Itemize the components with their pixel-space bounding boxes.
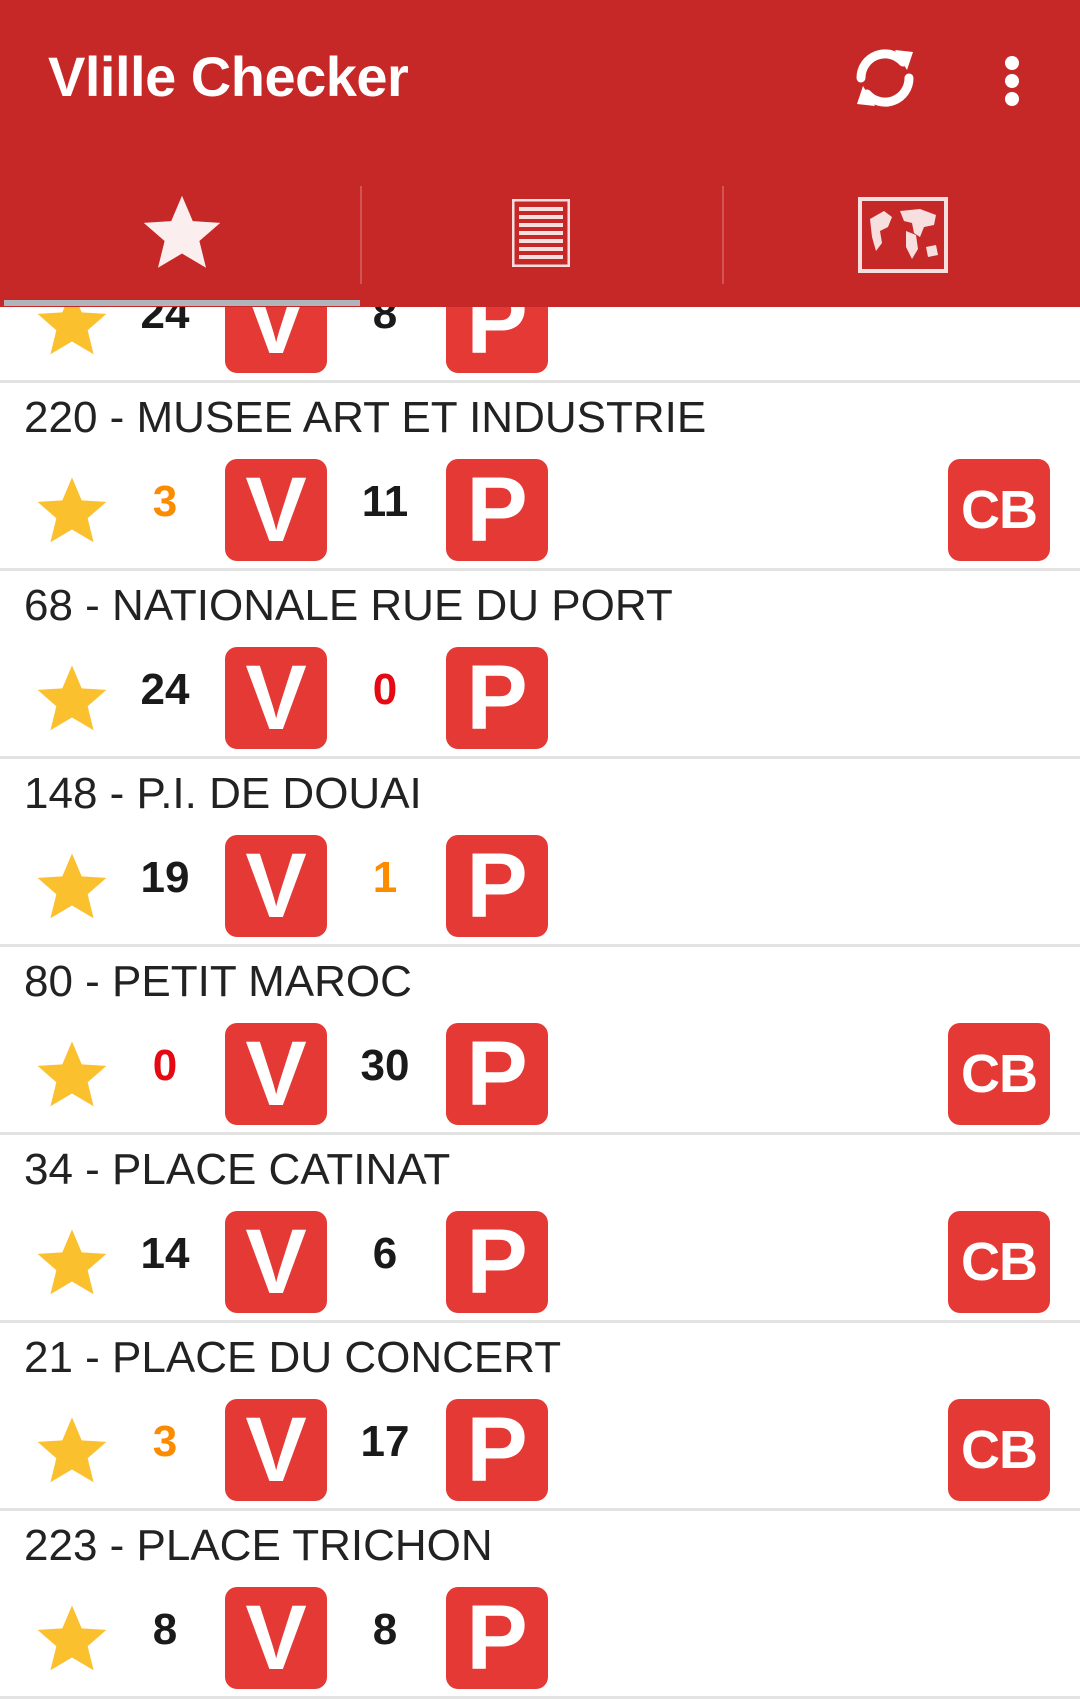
favorite-star-icon[interactable] bbox=[34, 1039, 110, 1111]
station-row[interactable]: 21 - PLACE DU CONCERT 3 V 17 P CB bbox=[0, 1323, 1080, 1511]
stands-count: 0 bbox=[372, 665, 398, 714]
bikes-count: 19 bbox=[140, 853, 190, 902]
refresh-button[interactable] bbox=[845, 38, 925, 118]
bikes-badge: V bbox=[225, 835, 327, 937]
tab-list[interactable] bbox=[362, 175, 722, 305]
favorite-star-icon[interactable] bbox=[34, 663, 110, 735]
station-row[interactable]: 68 - NATIONALE RUE DU PORT 24 V 0 P bbox=[0, 571, 1080, 759]
stands-count: 6 bbox=[372, 1229, 398, 1278]
bikes-count: 24 bbox=[140, 665, 190, 714]
map-icon bbox=[858, 197, 948, 273]
station-name: 34 - PLACE CATINAT bbox=[24, 1145, 451, 1194]
station-name: 148 - P.I. DE DOUAI bbox=[24, 769, 422, 818]
bikes-count: 3 bbox=[152, 477, 178, 526]
station-row[interactable]: 80 - PETIT MAROC 0 V 30 P CB bbox=[0, 947, 1080, 1135]
tab-map[interactable] bbox=[724, 175, 1080, 305]
station-name: 223 - PLACE TRICHON bbox=[24, 1521, 493, 1570]
bikes-badge: V bbox=[225, 1399, 327, 1501]
stands-badge: P bbox=[446, 1587, 548, 1689]
bikes-badge: V bbox=[225, 647, 327, 749]
list-icon bbox=[512, 199, 570, 267]
stands-badge: P bbox=[446, 1211, 548, 1313]
bikes-badge: V bbox=[225, 1023, 327, 1125]
stands-badge: P bbox=[446, 647, 548, 749]
star-icon bbox=[143, 195, 221, 268]
bikes-count: 8 bbox=[152, 1605, 178, 1654]
bikes-count: 0 bbox=[152, 1041, 178, 1090]
more-vert-icon bbox=[1005, 56, 1019, 70]
card-payment-badge: CB bbox=[948, 1399, 1050, 1501]
stands-count: 30 bbox=[360, 1041, 410, 1090]
favorite-star-icon[interactable] bbox=[34, 475, 110, 547]
favorite-star-icon[interactable] bbox=[34, 851, 110, 923]
bikes-badge: V bbox=[225, 459, 327, 561]
card-payment-badge: CB bbox=[948, 459, 1050, 561]
station-row[interactable]: 34 - PLACE CATINAT 14 V 6 P CB bbox=[0, 1135, 1080, 1323]
tab-selected-indicator bbox=[4, 300, 360, 306]
card-payment-badge: CB bbox=[948, 1211, 1050, 1313]
stands-count: 11 bbox=[361, 477, 409, 526]
stands-count: 17 bbox=[360, 1417, 410, 1466]
more-vert-dot bbox=[1005, 92, 1019, 106]
bikes-badge: V bbox=[225, 1587, 327, 1689]
station-row[interactable]: 223 - PLACE TRICHON 8 V 8 P bbox=[0, 1511, 1080, 1699]
stands-badge: P bbox=[446, 835, 548, 937]
tab-favorites[interactable] bbox=[0, 175, 360, 305]
station-name: 68 - NATIONALE RUE DU PORT bbox=[24, 581, 673, 630]
station-name: 220 - MUSEE ART ET INDUSTRIE bbox=[24, 393, 707, 442]
stands-count: 1 bbox=[372, 853, 398, 902]
app-bar: Vlille Checker bbox=[0, 0, 1080, 307]
more-vert-dot bbox=[1005, 74, 1019, 88]
app-title: Vlille Checker bbox=[48, 45, 409, 108]
station-name: 80 - PETIT MAROC bbox=[24, 957, 412, 1006]
card-payment-badge: CB bbox=[948, 1023, 1050, 1125]
stands-badge: P bbox=[446, 1399, 548, 1501]
stands-badge: P bbox=[446, 459, 548, 561]
bikes-count: 3 bbox=[152, 1417, 178, 1466]
station-row[interactable]: 148 - P.I. DE DOUAI 19 V 1 P bbox=[0, 759, 1080, 947]
favorite-star-icon[interactable] bbox=[34, 1227, 110, 1299]
stands-badge: P bbox=[446, 1023, 548, 1125]
more-options-button[interactable] bbox=[995, 50, 1029, 110]
favorite-star-icon[interactable] bbox=[34, 1415, 110, 1487]
bikes-count: 14 bbox=[140, 1229, 190, 1278]
refresh-icon bbox=[856, 49, 914, 107]
favorite-star-icon[interactable] bbox=[34, 1603, 110, 1675]
station-row[interactable]: 220 - MUSEE ART ET INDUSTRIE 3 V 11 P CB bbox=[0, 383, 1080, 571]
bikes-badge: V bbox=[225, 1211, 327, 1313]
station-name: 21 - PLACE DU CONCERT bbox=[24, 1333, 562, 1382]
stands-count: 8 bbox=[372, 1605, 398, 1654]
